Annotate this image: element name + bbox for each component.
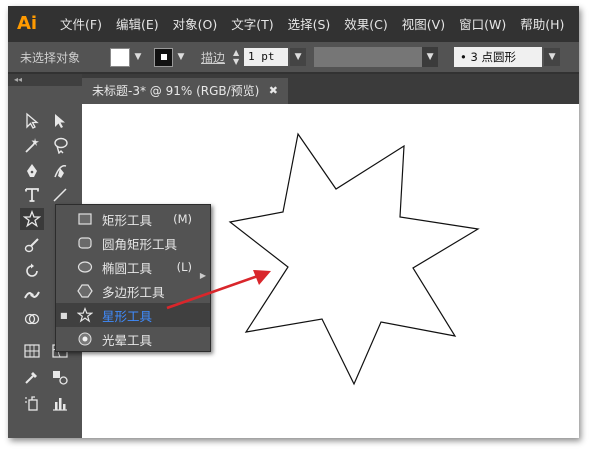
variable-width-profile-field[interactable]: [314, 47, 423, 67]
menu-window[interactable]: 窗口(W): [459, 14, 506, 33]
selection-tool[interactable]: [20, 110, 44, 132]
magic-wand-icon: [25, 138, 39, 153]
rotate-tool[interactable]: [20, 260, 44, 282]
eyedropper-tool[interactable]: [20, 366, 44, 388]
selection-arrow-icon: [26, 112, 39, 129]
curvature-tool[interactable]: [48, 160, 72, 182]
document-tab-bar: 未标题-3* @ 91% (RGB/预览) ✖: [82, 74, 579, 104]
menu-select[interactable]: 选择(S): [288, 14, 331, 33]
menu-help[interactable]: 帮助(H): [520, 14, 564, 33]
flyout-item-rectangle[interactable]: 矩形工具 (M): [56, 207, 210, 231]
flyout-item-rounded-rectangle[interactable]: 圆角矩形工具: [56, 231, 210, 255]
direct-selection-tool[interactable]: [48, 110, 72, 132]
lasso-icon: [54, 137, 68, 154]
menu-type[interactable]: 文字(T): [231, 14, 273, 33]
ellipse-icon: [76, 258, 94, 276]
flyout-item-ellipse[interactable]: 椭圆工具 (L): [56, 255, 210, 279]
perspective-grid-tool[interactable]: [20, 340, 44, 362]
chevron-down-icon[interactable]: ▼: [290, 48, 307, 66]
flyout-item-flare[interactable]: 光晕工具: [56, 327, 210, 351]
rounded-rectangle-icon: [76, 234, 94, 252]
chevron-down-icon[interactable]: ▼: [175, 49, 187, 65]
shortcut-key: (L): [176, 260, 192, 274]
rectangle-icon: [76, 210, 94, 228]
fill-swatch[interactable]: [110, 47, 131, 67]
star-shape[interactable]: [228, 132, 480, 386]
blend-tool[interactable]: [48, 366, 72, 388]
line-segment-icon: [53, 188, 67, 202]
line-segment-tool[interactable]: [48, 184, 72, 206]
illustrator-window: Ai 文件(F) 编辑(E) 对象(O) 文字(T) 选择(S) 效果(C) 视…: [8, 6, 579, 438]
menu-object[interactable]: 对象(O): [173, 14, 218, 33]
flyout-item-polygon[interactable]: 多边形工具: [56, 279, 210, 303]
chevron-down-icon[interactable]: ▼: [544, 48, 561, 66]
magic-wand-tool[interactable]: [20, 134, 44, 156]
pen-tool[interactable]: [20, 160, 44, 182]
blend-icon: [53, 371, 68, 385]
menu-effect[interactable]: 效果(C): [344, 14, 387, 33]
width-tool-icon: [24, 291, 40, 299]
brush-definition-field[interactable]: • 3 点圆形: [454, 47, 543, 67]
selection-status: 未选择对象: [20, 50, 81, 65]
star-icon: [76, 306, 94, 324]
shortcut-key: (M): [173, 212, 192, 226]
paintbrush-tool[interactable]: [20, 234, 44, 256]
direct-selection-arrow-icon: [55, 114, 65, 128]
column-graph-icon: [53, 398, 67, 411]
rotate-icon: [26, 263, 38, 277]
flyout-item-label: 椭圆工具: [102, 260, 153, 276]
flyout-item-label: 矩形工具: [102, 212, 153, 228]
eyedropper-icon: [25, 372, 37, 384]
close-icon[interactable]: ✖: [269, 78, 278, 104]
panel-collapse-handle[interactable]: ◂◂: [8, 74, 82, 86]
flyout-item-label: 光晕工具: [102, 332, 153, 348]
curvature-pen-icon: [54, 164, 67, 178]
app-logo: Ai: [16, 12, 38, 34]
shape-tools-flyout: 矩形工具 (M) 圆角矩形工具 椭圆工具 (L) 多边形工具 ■ 星形工具 光晕…: [55, 204, 211, 352]
menu-edit[interactable]: 编辑(E): [116, 14, 159, 33]
width-tool[interactable]: [20, 284, 44, 306]
type-tool[interactable]: [20, 184, 44, 206]
flyout-item-label: 星形工具: [102, 308, 153, 324]
selected-bullet-icon: ■: [60, 310, 68, 320]
chevron-down-icon[interactable]: ▼: [132, 49, 144, 65]
control-bar: 未选择对象 ▼ ▼ 描边 ▲ ▼ 1 pt ▼ ▼ • 3 点圆形 ▼: [8, 42, 579, 72]
menu-file[interactable]: 文件(F): [60, 14, 102, 33]
star-icon: [23, 210, 41, 228]
stroke-weight-field[interactable]: 1 pt: [244, 48, 289, 66]
flyout-item-star[interactable]: ■ 星形工具: [56, 303, 210, 327]
tearoff-arrow-icon[interactable]: ▶: [200, 271, 206, 280]
polygon-icon: [76, 282, 94, 300]
paintbrush-icon: [24, 238, 39, 253]
shape-builder-tool[interactable]: [20, 308, 44, 330]
pen-nib-icon: [27, 164, 37, 177]
flare-icon: [76, 330, 94, 348]
column-graph-tool[interactable]: [48, 392, 72, 414]
perspective-grid-icon: [24, 344, 40, 358]
stroke-weight-stepper[interactable]: ▲ ▼: [231, 48, 241, 66]
stroke-swatch[interactable]: [154, 47, 174, 67]
type-t-icon: [25, 188, 39, 202]
menu-bar: Ai 文件(F) 编辑(E) 对象(O) 文字(T) 选择(S) 效果(C) 视…: [8, 6, 579, 40]
document-tab-title: 未标题-3* @ 91% (RGB/预览): [92, 84, 260, 98]
symbol-sprayer-tool[interactable]: [20, 392, 44, 414]
lasso-tool[interactable]: [48, 134, 72, 156]
flyout-item-label: 圆角矩形工具: [102, 236, 178, 252]
shape-tool-active[interactable]: [20, 208, 44, 230]
shape-builder-icon: [24, 313, 40, 325]
flyout-item-label: 多边形工具: [102, 284, 165, 300]
menu-view[interactable]: 视图(V): [402, 14, 445, 33]
document-tab[interactable]: 未标题-3* @ 91% (RGB/预览) ✖: [82, 78, 288, 104]
chevron-down-icon[interactable]: ▼: [422, 47, 439, 67]
stroke-label[interactable]: 描边: [201, 49, 225, 66]
symbol-sprayer-icon: [25, 396, 38, 411]
